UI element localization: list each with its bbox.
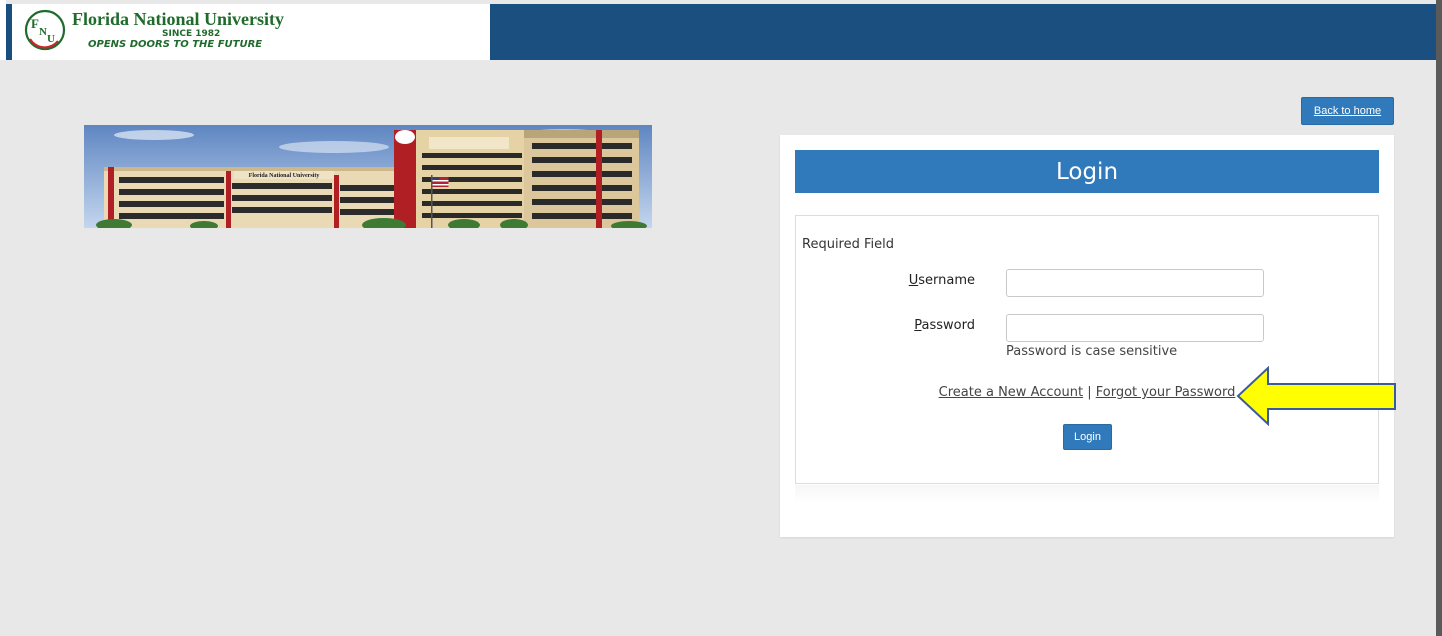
- login-title: Login: [795, 150, 1379, 193]
- username-accesskey: U: [908, 273, 919, 288]
- university-name: Florida National University: [72, 9, 284, 29]
- fnu-logo[interactable]: F N U Florida National University SINCE …: [6, 4, 490, 60]
- password-input[interactable]: [1006, 314, 1264, 342]
- card-footer-shadow: [795, 485, 1379, 503]
- svg-text:Florida National University: Florida National University: [249, 173, 320, 179]
- back-to-home-button[interactable]: Back to home: [1301, 97, 1394, 125]
- left-arrow-icon: [1236, 366, 1396, 426]
- link-separator: |: [1087, 385, 1092, 400]
- login-form: Required Field Username Password Passwor…: [795, 215, 1379, 484]
- svg-text:F: F: [31, 16, 39, 31]
- tagline: OPENS DOORS TO THE FUTURE: [88, 39, 263, 50]
- site-header: F N U Florida National University SINCE …: [0, 0, 1442, 60]
- username-input[interactable]: [1006, 269, 1264, 297]
- forgot-password-link[interactable]: Forgot your Password: [1096, 385, 1236, 400]
- required-field-note: Required Field: [802, 237, 894, 252]
- window-edge: [1436, 0, 1442, 636]
- password-label-rest: assword: [921, 318, 975, 333]
- svg-text:N: N: [39, 26, 47, 38]
- create-account-link[interactable]: Create a New Account: [939, 385, 1083, 400]
- password-hint: Password is case sensitive: [1006, 344, 1178, 359]
- login-card: Login Required Field Username Password P…: [780, 135, 1394, 537]
- password-label: Password: [855, 318, 975, 333]
- campus-banner-image: Florida National University: [84, 125, 652, 228]
- fnu-seal-icon: F N U: [24, 9, 66, 51]
- username-label: Username: [855, 273, 975, 288]
- password-accesskey: P: [914, 318, 922, 333]
- header-navbar: [490, 4, 1436, 60]
- username-label-rest: sername: [918, 273, 975, 288]
- since-text: SINCE 1982: [162, 29, 221, 39]
- svg-text:U: U: [47, 33, 55, 45]
- campus-building-illustration: Florida National University: [84, 125, 652, 228]
- login-submit-button[interactable]: Login: [1063, 424, 1112, 450]
